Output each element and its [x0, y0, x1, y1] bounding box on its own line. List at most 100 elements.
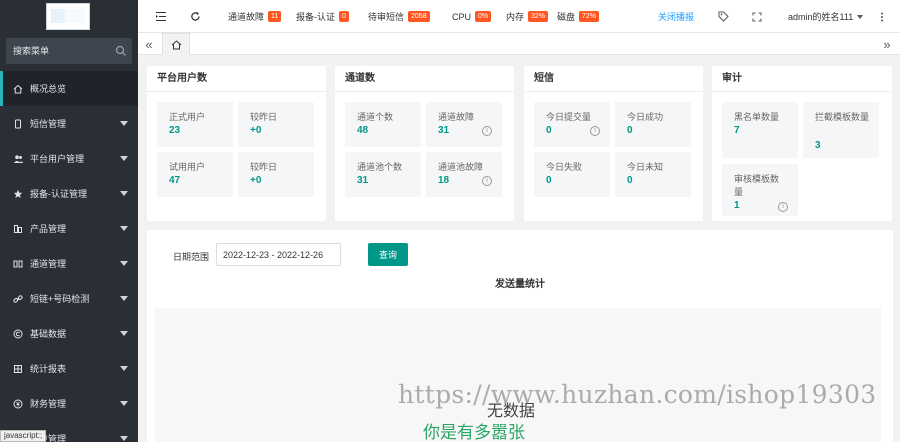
sidebar-item-overview[interactable]: 概况总览: [0, 71, 138, 106]
stat-today-unknown: 今日未知 0: [615, 152, 691, 197]
browser-status-tip: javascript:;: [0, 430, 47, 442]
copyright-icon: [12, 328, 24, 340]
report-auth-badge: 0: [339, 11, 349, 22]
cpu-indicator: CPU 0%: [452, 0, 492, 33]
pending-sms-indicator[interactable]: 待审短信 2058: [368, 0, 430, 33]
sidebar-item-base-data[interactable]: 基础数据: [0, 316, 138, 351]
sidebar-item-label: 通道管理: [30, 259, 67, 269]
user-menu[interactable]: admin的姓名111: [788, 0, 864, 33]
query-button[interactable]: 查询: [368, 243, 408, 266]
sidebar-item-platform-users[interactable]: 平台用户管理: [0, 141, 138, 176]
stat-today-submitted: 今日提交量 0 i: [534, 102, 610, 147]
stat-today-failed: 今日失败 0: [534, 152, 610, 197]
sidebar-item-label: 财务管理: [30, 399, 67, 409]
info-icon[interactable]: i: [482, 126, 492, 136]
more-vertical-icon[interactable]: [880, 0, 884, 33]
stat-trial-users: 试用用户 47: [157, 152, 233, 197]
channel-icon: [12, 258, 24, 270]
caret-down-icon: [120, 226, 128, 231]
tab-home[interactable]: [162, 33, 190, 55]
chart-title: 发送量统计: [495, 279, 545, 290]
disk-indicator: 磁盘 72%: [557, 0, 600, 33]
search-icon[interactable]: [115, 45, 127, 57]
app-logo[interactable]: [46, 3, 90, 30]
menu-search-input[interactable]: [6, 38, 132, 64]
tag-icon[interactable]: [718, 0, 729, 33]
report-auth-label: 报备-认证: [296, 12, 335, 22]
stat-value: 0: [627, 125, 633, 136]
info-icon[interactable]: i: [482, 176, 492, 186]
stat-label: 通道个数: [357, 112, 394, 122]
divider: [524, 91, 703, 92]
sidebar-item-finance[interactable]: 财务管理: [0, 386, 138, 421]
caret-down-icon: [120, 366, 128, 371]
stat-label: 今日未知: [627, 162, 664, 172]
stat-trial-users-change: 较昨日 +0: [238, 152, 314, 197]
cpu-badge: 0%: [475, 11, 492, 22]
caret-down-icon: [120, 296, 128, 301]
finance-icon: [12, 398, 24, 410]
home-icon: [12, 83, 24, 95]
stat-value: 18: [438, 175, 450, 186]
card-title: 短信: [534, 73, 554, 84]
watermark-url: https://www.huzhan.com/ishop19303: [398, 380, 877, 409]
sidebar-item-shortlink[interactable]: 短链+号码检测: [0, 281, 138, 316]
stat-label: 试用用户: [169, 162, 206, 172]
tab-bar: « »: [138, 33, 900, 55]
sidebar-item-sms[interactable]: 短信管理: [0, 106, 138, 141]
grid-icon: [12, 363, 24, 375]
stat-label: 审核模板数量: [734, 174, 780, 197]
sidebar-item-label: 短信管理: [30, 119, 67, 129]
stat-value: 23: [169, 125, 181, 136]
stat-value: 7: [734, 125, 740, 136]
audit-card: 审计 黑名单数量 7 拦截模板数量 3 审核模板数量 1 i: [712, 66, 892, 221]
home-icon: [171, 39, 181, 49]
channels-card: 通道数 通道个数 48 通道故障 31 i 通道池个数 31 通道池故障 18 …: [335, 66, 514, 221]
stat-label: 今日提交量: [546, 112, 592, 122]
sidebar-item-label: 概况总览: [30, 84, 67, 94]
info-icon[interactable]: i: [590, 126, 600, 136]
card-title: 平台用户数: [157, 73, 207, 84]
caret-down-icon: [120, 261, 128, 266]
fullscreen-icon[interactable]: [752, 0, 762, 33]
stat-value: +0: [250, 125, 262, 136]
sidebar-item-label: 报备-认证管理: [30, 189, 87, 199]
sidebar-item-reports[interactable]: 统计报表: [0, 351, 138, 386]
stat-value: 48: [357, 125, 369, 136]
stat-value: 0: [627, 175, 633, 186]
caret-down-icon: [120, 191, 128, 196]
stat-label: 拦截模板数量: [815, 112, 870, 122]
watermark-subtitle: 你是有多嚣张: [423, 423, 525, 442]
disk-label: 磁盘: [557, 12, 576, 22]
pending-sms-badge: 2058: [408, 11, 430, 22]
tabs-scroll-left-icon[interactable]: «: [142, 36, 156, 52]
sidebar-item-label: 短链+号码检测: [30, 294, 90, 304]
channel-fault-indicator[interactable]: 通道故障 11: [228, 0, 282, 33]
card-title: 通道数: [345, 73, 375, 84]
sidebar: 概况总览 短信管理 平台用户管理 报备-认证管理 产品管理 通道管理: [0, 0, 138, 442]
divider: [147, 91, 326, 92]
sidebar-item-channels[interactable]: 通道管理: [0, 246, 138, 281]
report-auth-indicator[interactable]: 报备-认证 0: [296, 0, 349, 33]
stat-label: 较昨日: [250, 112, 278, 122]
pending-sms-label: 待审短信: [368, 12, 405, 22]
divider: [335, 91, 514, 92]
sidebar-item-label: 产品管理: [30, 224, 67, 234]
sidebar-item-label: 统计报表: [30, 364, 67, 374]
date-range-input[interactable]: [216, 243, 341, 266]
sidebar-item-label: 基础数据: [30, 329, 67, 339]
stat-channel-pool-fault: 通道池故障 18 i: [426, 152, 502, 197]
tabs-scroll-right-icon[interactable]: »: [880, 36, 894, 52]
sidebar-item-products[interactable]: 产品管理: [0, 211, 138, 246]
menu-collapse-icon[interactable]: [155, 0, 167, 33]
memory-label: 内存: [506, 12, 525, 22]
date-range-label: 日期范围: [173, 252, 210, 262]
stat-value: 3: [815, 140, 821, 151]
sidebar-item-report-auth[interactable]: 报备-认证管理: [0, 176, 138, 211]
stat-label: 通道池个数: [357, 162, 403, 172]
refresh-icon[interactable]: [190, 0, 201, 33]
stat-value: 31: [357, 175, 369, 186]
info-icon[interactable]: i: [778, 202, 788, 212]
channel-fault-label: 通道故障: [228, 12, 265, 22]
close-broadcast-link[interactable]: 关闭播报: [658, 0, 694, 33]
